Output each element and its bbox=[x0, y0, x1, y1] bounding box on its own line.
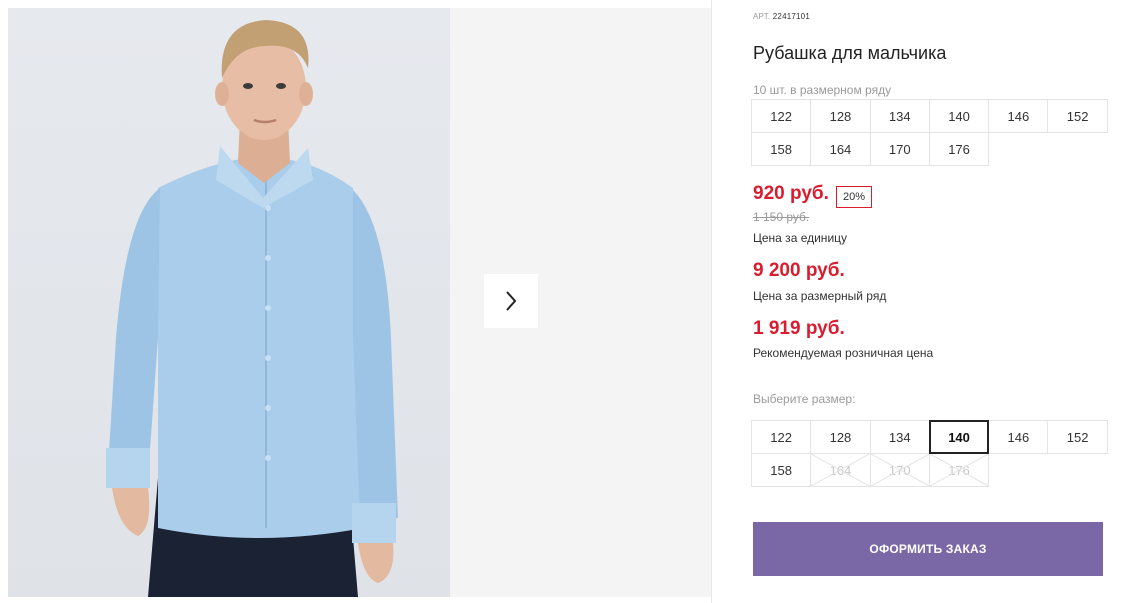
size-option-disabled: 164 bbox=[810, 453, 871, 487]
size-row-count: 10 шт. в размерном ряду bbox=[753, 83, 892, 97]
article-number: АРТ. 22417101 bbox=[753, 12, 810, 21]
row-price: 9 200 руб. bbox=[753, 260, 845, 281]
product-gallery bbox=[8, 8, 712, 597]
old-price: 1 150 руб. bbox=[753, 210, 810, 224]
unit-price-caption: Цена за единицу bbox=[753, 231, 848, 245]
product-title: Рубашка для мальчика bbox=[753, 43, 947, 63]
row-price-caption: Цена за размерный ряд bbox=[753, 289, 887, 303]
size-row-cell: 140 bbox=[928, 99, 990, 133]
size-row-cell: 164 bbox=[810, 132, 871, 166]
size-option-disabled: 176 bbox=[928, 453, 990, 487]
size-option[interactable]: 152 bbox=[1047, 420, 1108, 454]
product-photo-illustration bbox=[106, 20, 398, 597]
size-row-cell: 170 bbox=[869, 132, 930, 166]
article-label: АРТ. bbox=[753, 12, 771, 21]
size-option-disabled: 170 bbox=[869, 453, 930, 487]
chevron-right-icon bbox=[506, 291, 517, 311]
size-option-selected[interactable]: 140 bbox=[928, 420, 990, 454]
strike-icon bbox=[929, 454, 989, 486]
strike-icon bbox=[811, 454, 870, 486]
place-order-button[interactable]: ОФОРМИТЬ ЗАКАЗ bbox=[753, 522, 1103, 576]
unit-price: 920 руб. bbox=[753, 183, 829, 204]
size-row-cell: 158 bbox=[751, 132, 812, 166]
size-option[interactable]: 128 bbox=[810, 420, 871, 454]
size-row-cell: 146 bbox=[988, 99, 1049, 133]
retail-price: 1 919 руб. bbox=[753, 318, 845, 339]
retail-price-caption: Рекомендуемая розничная цена bbox=[753, 346, 934, 360]
divider bbox=[711, 0, 712, 603]
size-option[interactable]: 146 bbox=[988, 420, 1049, 454]
size-row-cell: 176 bbox=[928, 132, 990, 166]
size-option[interactable]: 134 bbox=[869, 420, 930, 454]
size-row-cell: 134 bbox=[869, 99, 930, 133]
size-selector: 122 128 134 140 146 152 158 164 170 176 bbox=[751, 420, 1108, 487]
size-option[interactable]: 122 bbox=[751, 420, 812, 454]
size-option[interactable]: 158 bbox=[751, 453, 812, 487]
strike-icon bbox=[870, 454, 929, 486]
product-photo[interactable] bbox=[8, 8, 450, 597]
size-row-grid: 122 128 134 140 146 152 158 164 170 176 bbox=[751, 99, 1108, 166]
size-row-cell: 128 bbox=[810, 99, 871, 133]
discount-badge: 20% bbox=[836, 186, 873, 208]
gallery-next-button[interactable] bbox=[484, 274, 538, 328]
size-row-cell: 122 bbox=[751, 99, 812, 133]
size-select-label: Выберите размер: bbox=[753, 392, 856, 406]
size-row-cell: 152 bbox=[1047, 99, 1108, 133]
article-value: 22417101 bbox=[772, 12, 810, 21]
